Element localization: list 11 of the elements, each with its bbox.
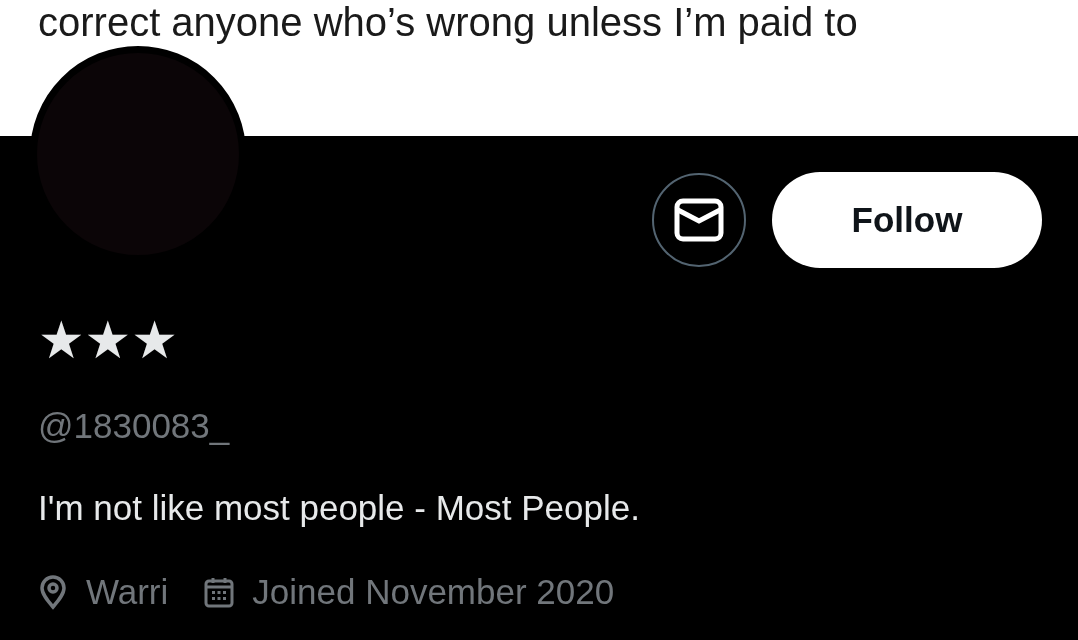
calendar-icon <box>204 576 235 608</box>
message-button[interactable] <box>652 173 746 267</box>
mail-icon <box>674 198 724 242</box>
display-name: ★★★ <box>38 312 178 368</box>
username: @1830083_ <box>38 406 230 446</box>
banner-text: correct anyone who’s wrong unless I’m paid to <box>38 0 858 44</box>
joined-date: Joined November 2020 <box>252 572 615 612</box>
follow-button[interactable]: Follow <box>772 172 1042 268</box>
location-pin-icon <box>38 574 68 610</box>
bio-text: I'm not like most people - Most People. <box>38 488 640 528</box>
location-text: Warri <box>86 572 169 612</box>
